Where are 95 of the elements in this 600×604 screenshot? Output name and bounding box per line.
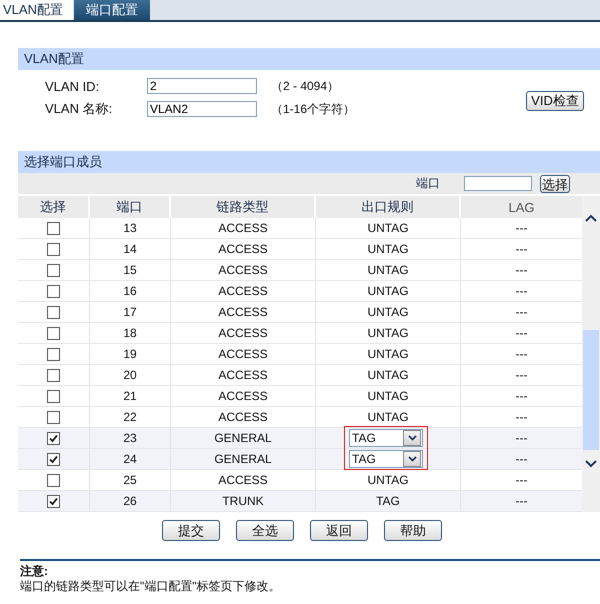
table-cell: 14 (90, 239, 171, 259)
port-label: 端口 (416, 175, 440, 192)
input-field[interactable]: VLAN2 (147, 101, 257, 117)
table-cell: 19 (90, 344, 171, 364)
action-button[interactable]: 帮助 (384, 520, 442, 541)
table-cell: ACCESS (171, 407, 316, 427)
caret-icon (403, 450, 421, 466)
tab[interactable]: 端口配置 (74, 0, 150, 20)
note-title: 注意: (20, 564, 49, 579)
table-cell: ACCESS (171, 302, 316, 322)
table-cell: 15 (90, 260, 171, 280)
table-cell-text: --- (514, 388, 528, 405)
checkbox[interactable] (47, 494, 60, 508)
tab[interactable]: VLAN配置 (0, 0, 73, 20)
table-cell: UNTAG (367, 389, 409, 403)
table-cell-text: --- (514, 346, 528, 363)
table-cell: ACCESS (171, 323, 316, 343)
scrollbar[interactable] (582, 196, 600, 512)
action-button[interactable]: 返回 (310, 520, 368, 541)
scroll-thumb[interactable] (583, 330, 599, 450)
checkbox[interactable] (47, 432, 60, 444)
table-cell: ACCESS (171, 365, 316, 385)
table-cell: UNTAG (367, 368, 409, 382)
checkbox[interactable] (47, 368, 60, 382)
checkbox[interactable] (47, 264, 60, 276)
table-cell: GENERAL (171, 449, 316, 469)
table-cell: 18 (90, 323, 171, 343)
field-hint: （1-16个字符） (271, 100, 356, 118)
table-cell: 21 (90, 386, 171, 406)
table-cell: UNTAG (367, 410, 409, 424)
checkbox[interactable] (47, 474, 60, 486)
port-input-field[interactable] (464, 176, 532, 191)
checkbox[interactable] (47, 326, 60, 340)
table-cell-text: --- (514, 409, 528, 426)
table-cell-text: --- (514, 325, 528, 342)
section-header: VLAN配置 (18, 48, 600, 70)
table-cell: 20 (90, 365, 171, 385)
table-cell: UNTAG (367, 305, 409, 319)
caret-icon (403, 430, 421, 446)
note-text: 端口的链路类型可以在"端口配置"标签页下修改。 (20, 579, 282, 594)
table-cell-text: --- (514, 472, 528, 489)
section-header: 选择端口成员 (18, 151, 600, 173)
table-cell-text: --- (514, 367, 528, 384)
table-cell: UNTAG (367, 263, 409, 277)
checkbox[interactable] (47, 390, 60, 402)
table-cell: GENERAL (171, 428, 316, 448)
table-cell-text: --- (514, 262, 528, 279)
table-cell: UNTAG (367, 347, 409, 361)
table-cell: 25 (90, 470, 171, 490)
table-cell: ACCESS (171, 281, 316, 301)
action-button[interactable]: 全选 (236, 520, 294, 541)
table-cell: UNTAG (367, 242, 409, 256)
dropdown[interactable]: TAG (349, 450, 423, 468)
action-button[interactable]: 提交 (162, 520, 220, 541)
checkbox[interactable] (47, 284, 60, 298)
checkbox[interactable] (47, 242, 60, 256)
select-button[interactable]: 选择 (540, 174, 570, 192)
table-cell: ACCESS (171, 344, 316, 364)
table-cell: ACCESS (171, 470, 316, 490)
field-hint: （2 - 4094） (271, 78, 340, 94)
table-cell: 24 (90, 449, 171, 469)
table-cell: 22 (90, 407, 171, 427)
table-cell-text: --- (514, 241, 528, 258)
checkbox[interactable] (47, 410, 60, 424)
checkbox[interactable] (47, 348, 60, 360)
checkbox[interactable] (47, 452, 60, 466)
table-cell: ACCESS (171, 218, 316, 238)
checkbox[interactable] (47, 306, 60, 318)
table-cell: UNTAG (367, 221, 409, 235)
table-cell: UNTAG (367, 284, 409, 298)
table-cell: UNTAG (367, 473, 409, 487)
table-cell-text: --- (514, 493, 528, 510)
table-cell: ACCESS (171, 386, 316, 406)
checkbox[interactable] (47, 222, 60, 234)
field-label: VLAN 名称: (45, 100, 114, 118)
vid-check-button[interactable]: VID检查 (526, 91, 584, 111)
table-cell-text: --- (514, 283, 528, 300)
field-label: VLAN ID: (45, 78, 100, 94)
table-cell-text: --- (514, 220, 528, 237)
dropdown[interactable]: TAG (349, 428, 423, 446)
input-field[interactable]: 2 (147, 78, 257, 94)
table-cell: 16 (90, 281, 171, 301)
table-cell: UNTAG (367, 326, 409, 340)
table-cell: 26 (90, 491, 171, 511)
table-cell: ACCESS (171, 260, 316, 280)
table-cell: 23 (90, 428, 171, 448)
table-cell-text: --- (514, 304, 528, 321)
column-header: LAG (507, 198, 536, 216)
table-cell: 17 (90, 302, 171, 322)
table-cell: 13 (90, 218, 171, 238)
table-cell-text: --- (514, 430, 528, 447)
table-cell-text: --- (514, 451, 528, 468)
table-cell: TAG (376, 494, 400, 508)
table-cell: ACCESS (171, 239, 316, 259)
table-cell: TRUNK (171, 491, 316, 511)
